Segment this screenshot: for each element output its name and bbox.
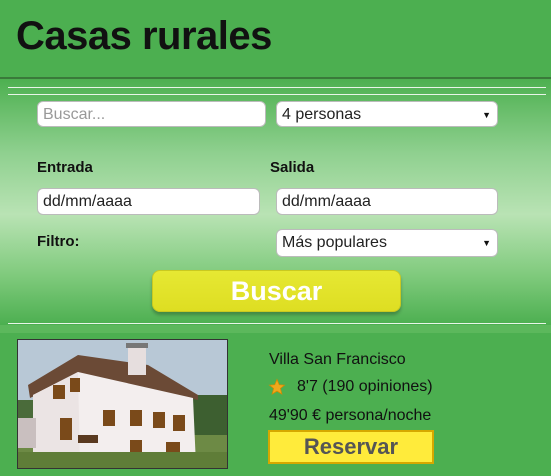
listing-price: 49'90 € persona/noche — [269, 407, 432, 424]
dropdown-arrow-icon: ▼ — [482, 238, 491, 248]
search-placeholder: Buscar... — [43, 106, 106, 123]
divider-top — [8, 87, 546, 88]
divider-bottom — [8, 323, 546, 324]
listing-name[interactable]: Villa San Francisco — [269, 351, 406, 369]
divider-top-2 — [8, 94, 546, 95]
search-button[interactable]: Buscar — [152, 270, 401, 312]
checkout-date-input[interactable]: dd/mm/aaaa — [276, 188, 498, 215]
listing-rating: 8'7 (190 opiniones) — [297, 378, 433, 395]
dropdown-arrow-icon: ▼ — [482, 110, 491, 120]
filter-select[interactable]: Más populares ▼ — [276, 229, 498, 257]
star-icon — [268, 378, 286, 395]
search-input[interactable]: Buscar... — [37, 101, 266, 127]
guests-select-value: 4 personas — [282, 106, 362, 123]
filter-label: Filtro: — [37, 233, 80, 250]
page-title: Casas rurales — [16, 14, 272, 58]
app-header: Casas rurales — [0, 0, 551, 79]
checkout-label: Salida — [270, 159, 315, 176]
house-photo[interactable] — [17, 339, 228, 469]
guests-select[interactable]: 4 personas ▼ — [276, 101, 498, 127]
reserve-button[interactable]: Reservar — [268, 430, 434, 464]
listing-card: Villa San Francisco 8'7 (190 opiniones) … — [0, 333, 551, 476]
checkin-date-input[interactable]: dd/mm/aaaa — [37, 188, 260, 215]
filter-select-value: Más populares — [282, 234, 387, 251]
checkout-date-value: dd/mm/aaaa — [282, 193, 371, 210]
house-illustration — [18, 340, 227, 468]
checkin-date-value: dd/mm/aaaa — [43, 193, 132, 210]
checkin-label: Entrada — [37, 159, 93, 176]
